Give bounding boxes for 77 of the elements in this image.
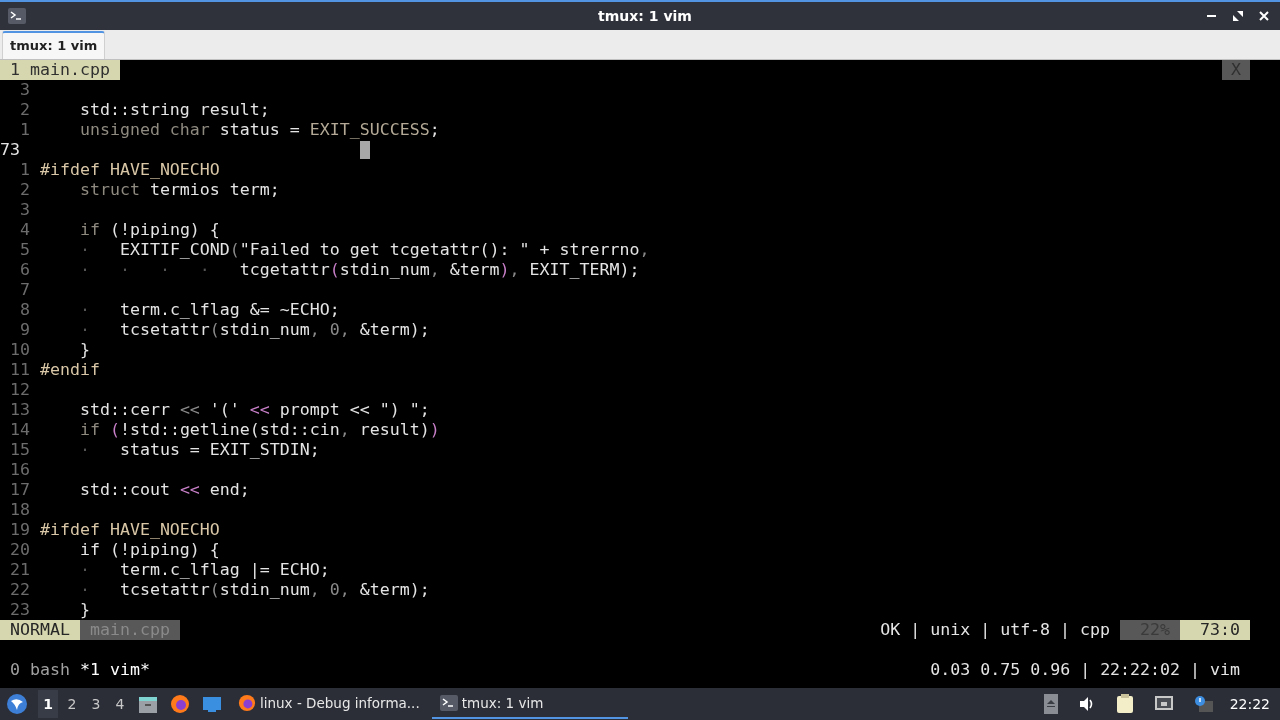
line-number: 6 [19,260,30,280]
text-cursor [360,141,370,159]
line-number: 7 [19,280,30,300]
code-line: struct termios term; [78,180,280,200]
terminal-tab[interactable]: tmux: 1 vim [2,31,106,59]
line-number: 5 [19,240,30,260]
terminal-icon [439,695,458,711]
code-line: · term.c_lflag |= ECHO; [78,560,330,580]
code-line: if (!piping) { [78,220,220,240]
code-line: } [78,340,90,360]
code-line: · · · · tcgetattr(stdin_num, &term), EXIT_TERM); [78,260,640,280]
cursor-position: 73:0 [1180,620,1250,640]
code-line: } [78,600,90,620]
code-line: #ifdef HAVE_NOECHO [40,160,220,180]
line-number: 1 [19,120,30,140]
line-number: 15 [9,440,30,460]
code-line: · tcsetattr(stdin_num, 0, &term); [78,320,430,340]
workspace-button[interactable]: 2 [62,690,82,718]
code-line: #ifdef HAVE_NOECHO [40,520,220,540]
file-cabinet-icon[interactable] [138,694,158,714]
line-number: 18 [9,500,30,520]
line-number: 13 [9,400,30,420]
line-number: 10 [9,340,30,360]
window-icon[interactable] [202,694,222,714]
line-number: 1 [19,160,30,180]
line-number: 12 [9,380,30,400]
code-line: · tcsetattr(stdin_num, 0, &term); [78,580,430,600]
clock: 22:22 [1228,696,1271,712]
line-number: 3 [19,80,30,100]
line-number: 21 [9,560,30,580]
line-number: 23 [9,600,30,620]
line-number: 14 [9,420,30,440]
line-number: 73 [0,140,21,160]
tmux-status-info: 0.03 0.75 0.96 | 22:22:02 | vim [929,660,1241,680]
taskbar-task[interactable]: tmux: 1 vim [431,689,628,719]
browser-icon [238,694,256,712]
code-line: std::cerr << '(' << prompt << ") "; [78,400,430,420]
notification-icon[interactable] [1193,695,1214,713]
clipboard-icon[interactable] [1115,694,1134,714]
line-number: 19 [9,520,30,540]
line-number: 2 [19,100,30,120]
code-line: std::cout << end; [78,480,250,500]
eject-icon[interactable] [1043,694,1058,714]
workspace-button[interactable]: 3 [86,690,106,718]
code-line: · status = EXIT_STDIN; [78,440,320,460]
code-line: if (!std::getline(std::cin, result)) [78,420,440,440]
workspace-button[interactable]: 4 [110,690,130,718]
maximize-icon[interactable] [1232,10,1244,22]
line-number: 8 [19,300,30,320]
line-number: 22 [9,580,30,600]
line-number: 9 [19,320,30,340]
line-number: 4 [19,220,30,240]
code-line: #endif [40,360,100,380]
code-line: std::string result; [78,100,270,120]
window-title: tmux: 1 vim [598,8,692,24]
terminal-icon [8,8,26,24]
network-icon[interactable] [1153,695,1174,713]
line-number: 17 [9,480,30,500]
line-number: 2 [19,180,30,200]
line-number: 16 [9,460,30,480]
browser-icon[interactable] [170,694,190,714]
close-icon[interactable] [1258,10,1270,22]
file-info: OK | unix | utf-8 | cpp [879,620,1112,640]
code-line: · term.c_lflag &= ~ECHO; [78,300,340,320]
code-line: if (!piping) { [78,540,220,560]
workspace-button[interactable]: 1 [38,690,58,718]
menu-icon[interactable] [6,693,28,715]
vim-mode: NORMAL [0,620,80,640]
line-number: 20 [9,540,30,560]
tmux-window[interactable]: *1 vim* [69,660,150,680]
taskbar-task[interactable]: linux - Debug informa... [230,689,428,719]
code-line: unsigned char status = EXIT_SUCCESS; [78,120,440,140]
line-number: 3 [19,200,30,220]
code-line: · EXITIF_COND("Failed to get tcgetattr(): " + strerrno, [78,240,650,260]
buffer-tab[interactable]: 1 main.cpp [0,60,120,80]
line-number: 11 [9,360,30,380]
tmux-window[interactable]: 0 bash [0,660,70,680]
